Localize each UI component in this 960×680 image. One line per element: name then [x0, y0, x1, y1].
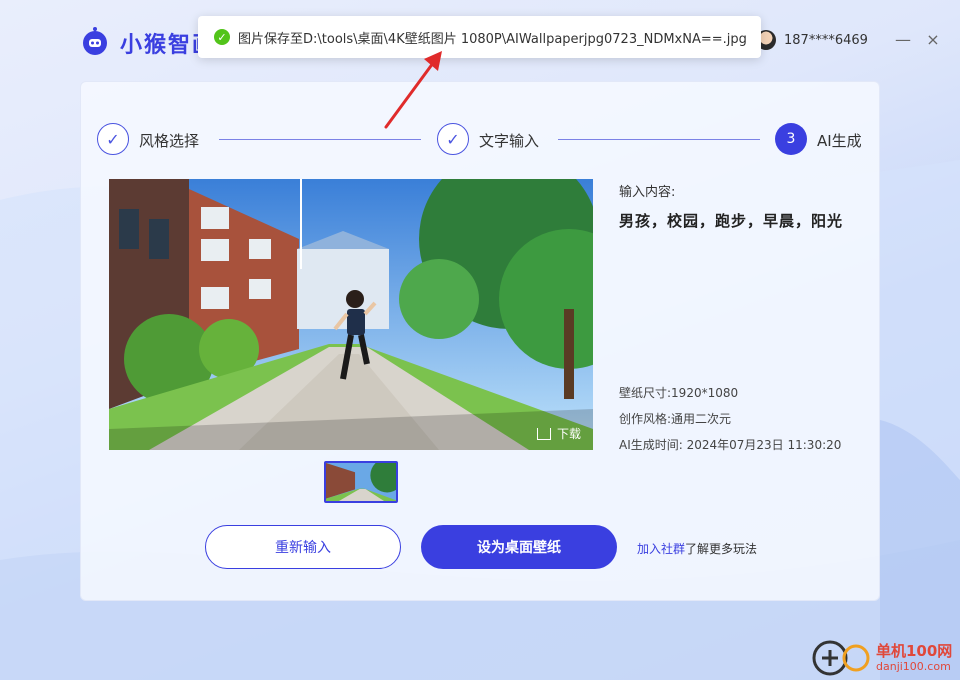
download-button[interactable]: 下载 [536, 425, 581, 442]
monkey-logo-icon [83, 27, 107, 55]
annotation-arrow-icon [384, 51, 442, 129]
step-label-text-input: 文字输入 [479, 132, 540, 150]
step-label-style: 风格选择 [139, 132, 200, 150]
step-label-ai-generate: AI生成 [817, 132, 862, 150]
download-icon [536, 427, 551, 440]
user-id[interactable]: 187****6469 [784, 33, 868, 48]
generation-time: AI生成时间: 2024年07月23日 11:30:20 [619, 438, 842, 452]
close-button[interactable]: × [922, 28, 944, 50]
generated-image-preview[interactable]: 下载 [109, 179, 593, 450]
watermark-url: danji100.com [876, 660, 951, 673]
minimize-button[interactable]: — [892, 28, 914, 50]
reenter-button[interactable]: 重新输入 [205, 525, 401, 569]
generation-card: ✓ 风格选择 ✓ 文字输入 3 AI生成 下载 输入内容: 男孩，校园，跑步，早… [80, 81, 880, 601]
set-wallpaper-button[interactable]: 设为桌面壁纸 [421, 525, 617, 569]
toast-message: 图片保存至D:\tools\桌面\4K壁纸图片 1080P\AIWallpape… [238, 31, 747, 47]
thumbnail-scene [326, 463, 396, 501]
step-connector-2 [558, 139, 760, 140]
thumbnail-image[interactable] [324, 461, 398, 503]
check-circle-icon: ✓ [214, 29, 230, 45]
step-connector-1 [219, 139, 421, 140]
community-link[interactable]: 加入社群了解更多玩法 [637, 540, 757, 557]
watermark-title: 单机100网 [876, 642, 953, 660]
input-content-label: 输入内容: [619, 185, 676, 200]
community-link-rest: 了解更多玩法 [685, 542, 758, 556]
download-label: 下载 [556, 427, 581, 441]
step-1-check-icon: ✓ [97, 123, 129, 155]
creation-style: 创作风格:通用二次元 [619, 412, 732, 426]
step-3-number: 3 [775, 123, 807, 155]
wallpaper-size: 壁纸尺寸:1920*1080 [619, 386, 739, 400]
join-community-link[interactable]: 加入社群 [637, 542, 685, 556]
anime-campus-scene [109, 179, 593, 450]
input-prompt-text: 男孩，校园，跑步，早晨，阳光 [619, 212, 844, 230]
save-success-toast: ✓ 图片保存至D:\tools\桌面\4K壁纸图片 1080P\AIWallpa… [198, 16, 761, 58]
